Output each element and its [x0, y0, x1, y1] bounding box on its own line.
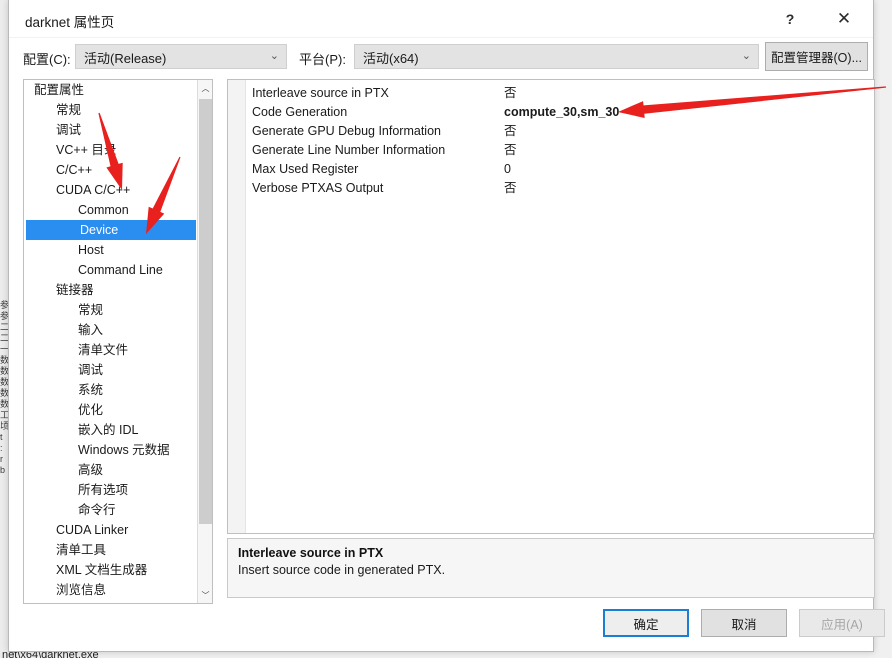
property-pages-dialog: darknet 属性页 ? ✕ 配置(C): 活动(Release) ⌄ 平台(… [8, 0, 874, 652]
tree-item-label: Windows 元数据 [78, 443, 170, 457]
tree-item-label: 链接器 [56, 283, 94, 297]
property-value[interactable]: 0 [504, 160, 511, 179]
settings-tree: ▲配置属性常规调试VC++ 目录▶C/C++▲CUDA C/C++CommonD… [23, 79, 213, 604]
tree-item-嵌入的-idl[interactable]: 嵌入的 IDL [24, 420, 199, 440]
tree-item-label: 清单工具 [56, 543, 106, 557]
tree-item-输入[interactable]: 输入 [24, 320, 199, 340]
configuration-bar: 配置(C): 活动(Release) ⌄ 平台(P): 活动(x64) ⌄ 配置… [9, 38, 873, 80]
property-value[interactable]: compute_30,sm_30 [504, 103, 619, 122]
tree-item-label: VC++ 目录 [56, 143, 116, 157]
tree-item-调试[interactable]: 调试 [24, 120, 199, 140]
property-row[interactable]: Max Used Register 0 [228, 160, 874, 179]
tree-item-label: 配置属性 [34, 83, 84, 97]
platform-value: 活动(x64) [363, 51, 419, 66]
tree-item-label: 高级 [78, 463, 103, 477]
tree-item-清单文件[interactable]: 清单文件 [24, 340, 199, 360]
tree-item-label: 输入 [78, 323, 103, 337]
configuration-dropdown[interactable]: 活动(Release) ⌄ [75, 44, 287, 69]
tree-item-label: CUDA C/C++ [56, 183, 130, 197]
configuration-value: 活动(Release) [84, 51, 166, 66]
tree-item-label: 嵌入的 IDL [78, 423, 138, 437]
cancel-button[interactable]: 取消 [701, 609, 787, 637]
scrollbar-thumb[interactable] [199, 99, 212, 524]
tree-item-host[interactable]: Host [24, 240, 199, 260]
tree-item-c-c-[interactable]: ▶C/C++ [24, 160, 199, 180]
property-name: Verbose PTXAS Output [252, 179, 383, 198]
tree-item-device[interactable]: Device [26, 220, 196, 240]
settings-tree-list: ▲配置属性常规调试VC++ 目录▶C/C++▲CUDA C/C++CommonD… [24, 80, 199, 600]
page-title: darknet 属性页 [25, 11, 114, 31]
tree-item-cuda-linker[interactable]: ▶CUDA Linker [24, 520, 199, 540]
tree-item-常规[interactable]: 常规 [24, 100, 199, 120]
platform-dropdown[interactable]: 活动(x64) ⌄ [354, 44, 759, 69]
property-value[interactable]: 否 [504, 141, 517, 160]
configuration-label: 配置(C): [23, 49, 71, 68]
ok-button[interactable]: 确定 [603, 609, 689, 637]
property-name: Generate Line Number Information [252, 141, 445, 160]
property-name: Generate GPU Debug Information [252, 122, 441, 141]
tree-item-label: CUDA Linker [56, 523, 128, 537]
tree-item-链接器[interactable]: ▲链接器 [24, 280, 199, 300]
tree-item-label: Host [78, 243, 104, 257]
tree-item-vc-目录[interactable]: VC++ 目录 [24, 140, 199, 160]
tree-item-label: 命令行 [78, 503, 116, 517]
tree-item-label: 调试 [78, 363, 103, 377]
tree-item-label: 所有选项 [78, 483, 128, 497]
tree-item-common[interactable]: Common [24, 200, 199, 220]
tree-item-浏览信息[interactable]: ▶浏览信息 [24, 580, 199, 600]
tree-item-label: 系统 [78, 383, 103, 397]
tree-item-label: Command Line [78, 263, 163, 277]
description-pane: Interleave source in PTX Insert source c… [227, 538, 875, 598]
property-row[interactable]: Verbose PTXAS Output 否 [228, 179, 874, 198]
apply-button: 应用(A) [799, 609, 885, 637]
dialog-footer: 确定 取消 应用(A) [9, 601, 873, 651]
property-value[interactable]: 否 [504, 122, 517, 141]
tree-item-label: 调试 [56, 123, 81, 137]
property-row[interactable]: Generate Line Number Information 否 [228, 141, 874, 160]
property-name: Max Used Register [252, 160, 358, 179]
title-bar: darknet 属性页 ? ✕ [9, 0, 873, 38]
property-row[interactable]: Generate GPU Debug Information 否 [228, 122, 874, 141]
property-name: Code Generation [252, 103, 347, 122]
tree-item-label: 常规 [56, 103, 81, 117]
tree-item-cuda-c-c-[interactable]: ▲CUDA C/C++ [24, 180, 199, 200]
tree-item-command-line[interactable]: Command Line [24, 260, 199, 280]
tree-item-所有选项[interactable]: 所有选项 [24, 480, 199, 500]
tree-item-label: C/C++ [56, 163, 92, 177]
tree-item-label: 清单文件 [78, 343, 128, 357]
scroll-up-icon[interactable]: ︿ [198, 80, 213, 96]
tree-item-xml-文档生成器[interactable]: ▶XML 文档生成器 [24, 560, 199, 580]
tree-item-label: 优化 [78, 403, 103, 417]
tree-item-label: Common [78, 203, 129, 217]
property-value[interactable]: 否 [504, 84, 517, 103]
tree-item-label: 浏览信息 [56, 583, 106, 597]
tree-item-常规[interactable]: 常规 [24, 300, 199, 320]
close-icon[interactable]: ✕ [821, 0, 867, 37]
property-value[interactable]: 否 [504, 179, 517, 198]
tree-item-label: XML 文档生成器 [56, 563, 147, 577]
tree-item-配置属性[interactable]: ▲配置属性 [24, 80, 199, 100]
tree-item-label: 常规 [78, 303, 103, 317]
tree-item-命令行[interactable]: 命令行 [24, 500, 199, 520]
property-grid-rows: Interleave source in PTX否Code Generation… [228, 84, 874, 198]
tree-item-调试[interactable]: 调试 [24, 360, 199, 380]
chevron-down-icon: ⌄ [742, 49, 751, 62]
tree-item-高级[interactable]: 高级 [24, 460, 199, 480]
tree-scrollbar[interactable]: ︿ ﹀ [197, 80, 212, 603]
property-row[interactable]: Code Generation compute_30,sm_30 [228, 103, 874, 122]
tree-item-windows-元数据[interactable]: Windows 元数据 [24, 440, 199, 460]
property-name: Interleave source in PTX [252, 84, 389, 103]
description-body: Insert source code in generated PTX. [238, 563, 864, 577]
platform-label: 平台(P): [299, 49, 346, 68]
tree-item-优化[interactable]: 优化 [24, 400, 199, 420]
help-icon[interactable]: ? [767, 0, 813, 37]
tree-item-清单工具[interactable]: ▶清单工具 [24, 540, 199, 560]
configuration-manager-button[interactable]: 配置管理器(O)... [765, 42, 868, 71]
property-row[interactable]: Interleave source in PTX 否 [228, 84, 874, 103]
description-title: Interleave source in PTX [238, 546, 864, 560]
chevron-down-icon: ⌄ [270, 49, 279, 62]
property-grid: Interleave source in PTX否Code Generation… [227, 79, 875, 534]
tree-item-label: Device [80, 223, 118, 237]
tree-item-系统[interactable]: 系统 [24, 380, 199, 400]
